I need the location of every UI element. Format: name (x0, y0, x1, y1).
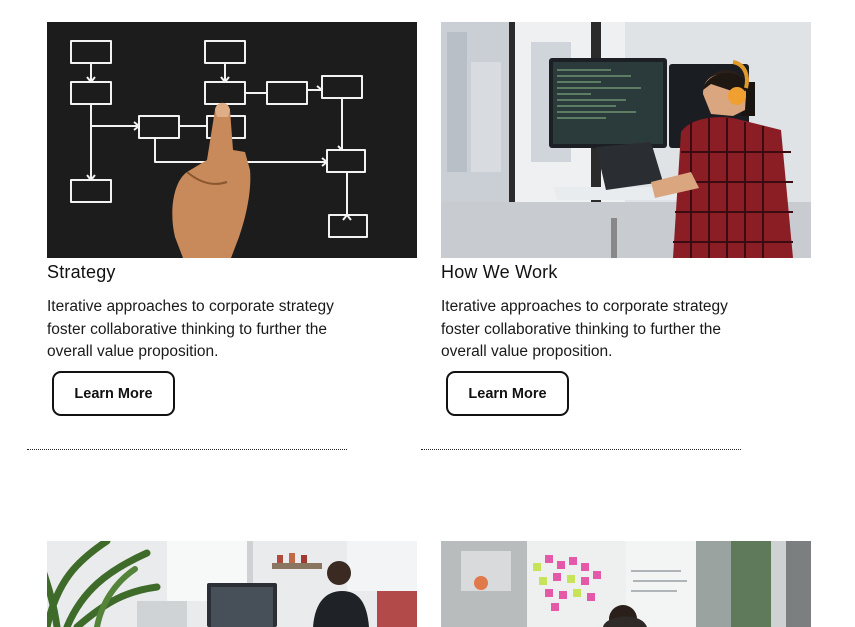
strategy-image (47, 22, 417, 258)
learn-more-button[interactable]: Learn More (446, 371, 569, 416)
card-title: Strategy (47, 262, 116, 282)
card-title: How We Work (441, 262, 558, 282)
service-card-strategy: Strategy Iterative approaches to corpora… (47, 22, 417, 416)
card-description: Iterative approaches to corporate strate… (47, 298, 334, 360)
service-card-how-we-work: How We Work Iterative approaches to corp… (441, 22, 811, 416)
card-divider (27, 449, 347, 450)
office-workspace-image (47, 541, 417, 627)
how-we-work-image (441, 22, 811, 258)
card-description: Iterative approaches to corporate strate… (441, 298, 728, 360)
services-page: Strategy Iterative approaches to corpora… (0, 0, 855, 627)
sticky-notes-meeting-image (441, 541, 811, 627)
card-divider (421, 449, 741, 450)
learn-more-button[interactable]: Learn More (52, 371, 175, 416)
